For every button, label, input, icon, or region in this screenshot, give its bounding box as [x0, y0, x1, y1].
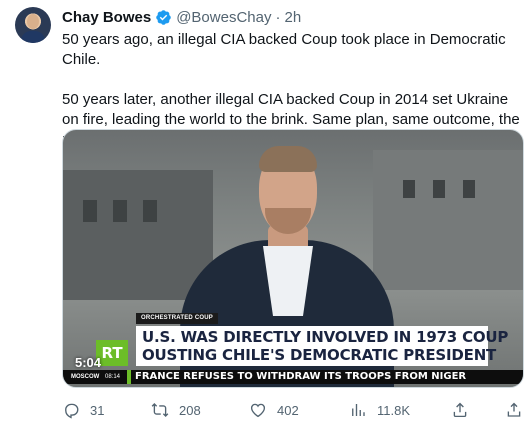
- presenter-hair: [259, 146, 317, 172]
- repost-icon: [151, 403, 169, 417]
- share-icon: [507, 402, 521, 417]
- avatar-face: [27, 14, 39, 29]
- headline-line-2: OUSTING CHILE'S DEMOCRATIC PRESIDENT: [142, 346, 497, 364]
- views-count: 11.8K: [377, 402, 411, 418]
- video-media[interactable]: ORCHESTRATED COUP U.S. WAS DIRECTLY INVO…: [62, 129, 524, 388]
- ticker-time: 08:14: [105, 374, 121, 380]
- like-icon: [250, 403, 266, 418]
- avatar[interactable]: [15, 7, 51, 43]
- headline-line-1: U.S. WAS DIRECTLY INVOLVED IN 1973 COUP: [142, 328, 509, 346]
- tweet-paragraph-1: 50 years ago, an illegal CIA backed Coup…: [62, 31, 506, 68]
- news-ticker: MOSCOW 08:14 FRANCE REFUSES TO WITHDRAW …: [63, 370, 523, 384]
- background-window: [143, 200, 157, 222]
- like-button[interactable]: 402: [249, 400, 299, 420]
- like-count: 402: [277, 402, 299, 418]
- video-clock: 5:04: [75, 355, 102, 370]
- action-bar: 31 208 402 11.8K: [62, 400, 524, 420]
- ticker-accent: [127, 370, 131, 384]
- tweet: Chay Bowes @BowesChay · 2h 50 years ago,…: [0, 0, 532, 426]
- display-name[interactable]: Chay Bowes: [62, 9, 151, 26]
- ticker-location: MOSCOW: [71, 374, 100, 380]
- segment-tag: ORCHESTRATED COUP: [136, 313, 218, 324]
- background-window: [463, 180, 475, 198]
- headline-box: U.S. WAS DIRECTLY INVOLVED IN 1973 COUP …: [136, 326, 509, 366]
- timestamp[interactable]: 2h: [284, 9, 301, 26]
- reply-button[interactable]: 31: [62, 400, 104, 420]
- tweet-header: Chay Bowes @BowesChay · 2h: [62, 8, 301, 26]
- repost-count: 208: [179, 402, 201, 418]
- views-icon: [352, 404, 365, 416]
- repost-button[interactable]: 208: [151, 400, 201, 420]
- lower-third: ORCHESTRATED COUP U.S. WAS DIRECTLY INVO…: [63, 310, 523, 387]
- avatar-shirt: [21, 31, 45, 43]
- bookmark-icon: [453, 402, 467, 418]
- background-building: [373, 150, 523, 290]
- reply-count: 31: [90, 402, 105, 418]
- views-button[interactable]: 11.8K: [349, 400, 410, 420]
- background-window: [433, 180, 445, 198]
- background-window: [83, 200, 97, 222]
- background-building: [63, 170, 213, 300]
- separator-dot: ·: [275, 8, 281, 26]
- user-handle[interactable]: @BowesChay: [176, 9, 271, 26]
- reply-icon: [65, 403, 79, 419]
- bookmark-button[interactable]: [451, 400, 469, 420]
- ticker-text: FRANCE REFUSES TO WITHDRAW ITS TROOPS FR…: [135, 371, 467, 382]
- background-window: [403, 180, 415, 198]
- background-window: [113, 200, 127, 222]
- share-button[interactable]: [505, 400, 523, 420]
- verified-badge-icon[interactable]: [155, 9, 172, 26]
